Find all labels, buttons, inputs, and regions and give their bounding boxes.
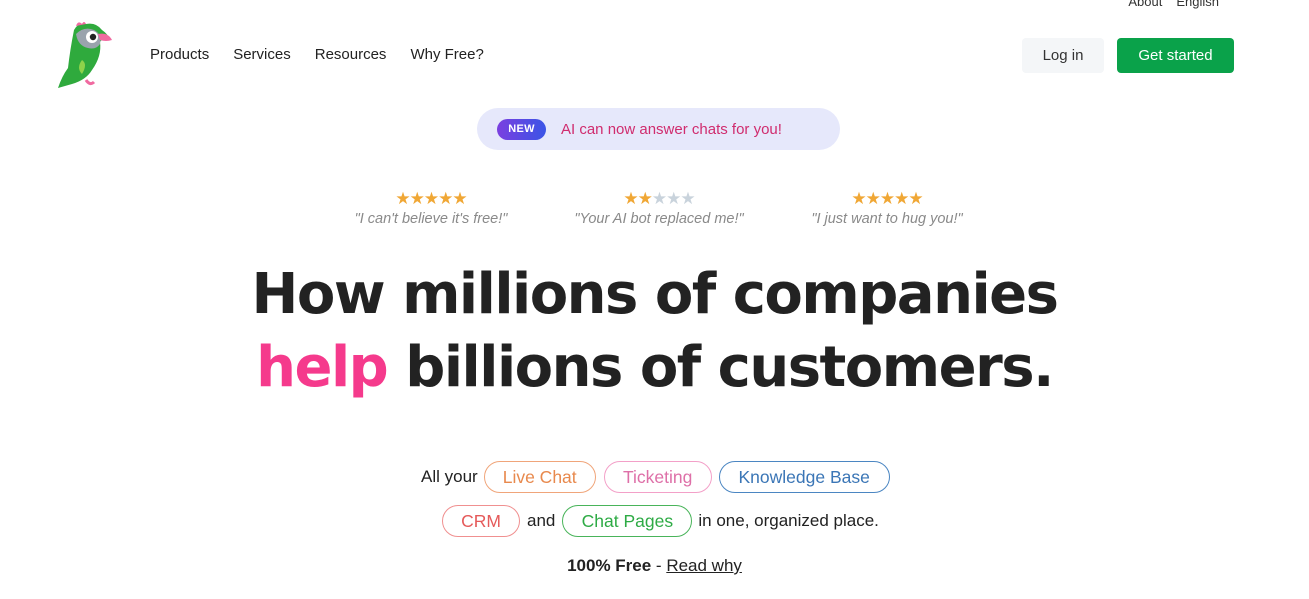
ticketing-pill[interactable]: Ticketing [603, 461, 712, 493]
knowledge-base-pill[interactable]: Knowledge Base [718, 461, 890, 493]
products-row-2: CRM and Chat Pages in one, organized pla… [442, 505, 879, 537]
star-icon: ★ [438, 189, 453, 208]
get-started-button[interactable]: Get started [1117, 38, 1234, 73]
headline-line-2-rest: billions of customers. [387, 335, 1054, 400]
star-icon: ★ [395, 189, 410, 208]
main-nav: Products Services Resources Why Free? [150, 46, 484, 63]
star-icon: ★ [409, 189, 425, 208]
review-quote: "Your AI bot replaced me!" [574, 211, 744, 227]
star-rating: ★★★★★ [808, 190, 966, 207]
review-quote: "I just want to hug you!" [811, 211, 963, 227]
star-icon: ★ [651, 189, 667, 208]
headline-line-2: help billions of customers. [0, 332, 1309, 404]
new-badge: NEW [497, 118, 546, 140]
free-line: 100% Free - Read why [0, 556, 1309, 576]
read-why-link[interactable]: Read why [666, 556, 742, 575]
star-rating: ★★★★★ [571, 190, 747, 207]
products-row-1: All your Live Chat Ticketing Knowledge B… [421, 461, 890, 493]
star-icon: ★ [851, 189, 866, 208]
announcement-banner[interactable]: NEW AI can now answer chats for you! [477, 108, 840, 150]
announcement-text: AI can now answer chats for you! [561, 120, 782, 138]
nav-resources[interactable]: Resources [315, 46, 387, 63]
star-icon: ★ [623, 189, 638, 208]
star-icon: ★ [666, 189, 681, 208]
star-icon: ★ [908, 189, 923, 208]
star-icon: ★ [865, 189, 881, 208]
top-links: About English [1128, 0, 1219, 9]
star-icon: ★ [894, 189, 909, 208]
products-suffix: in one, organized place. [698, 511, 879, 530]
nav-products[interactable]: Products [150, 46, 209, 63]
free-label: 100% Free [567, 556, 652, 575]
headline-highlight: help [256, 335, 389, 400]
star-icon: ★ [637, 189, 653, 208]
products-and: and [527, 511, 556, 530]
language-selector[interactable]: English [1176, 0, 1219, 9]
star-icon: ★ [452, 189, 467, 208]
chat-pages-pill[interactable]: Chat Pages [562, 505, 693, 537]
crm-pill[interactable]: CRM [442, 505, 520, 537]
review-2: ★★★★★ "Your AI bot replaced me!" [571, 190, 747, 227]
about-link[interactable]: About [1128, 0, 1162, 9]
parrot-logo-icon[interactable] [52, 20, 118, 90]
nav-services[interactable]: Services [233, 46, 291, 63]
star-rating: ★★★★★ [352, 190, 510, 207]
headline-line-1: How millions of companies [251, 262, 1059, 327]
login-button[interactable]: Log in [1022, 38, 1104, 73]
review-1: ★★★★★ "I can't believe it's free!" [352, 190, 510, 227]
live-chat-pill[interactable]: Live Chat [483, 461, 596, 493]
star-icon: ★ [423, 189, 439, 208]
review-3: ★★★★★ "I just want to hug you!" [808, 190, 966, 227]
review-quote: "I can't believe it's free!" [354, 211, 508, 227]
star-icon: ★ [879, 189, 895, 208]
products-prefix: All your [421, 467, 478, 486]
free-separator: - [651, 556, 667, 575]
nav-why-free[interactable]: Why Free? [410, 46, 483, 63]
star-icon: ★ [680, 189, 695, 208]
